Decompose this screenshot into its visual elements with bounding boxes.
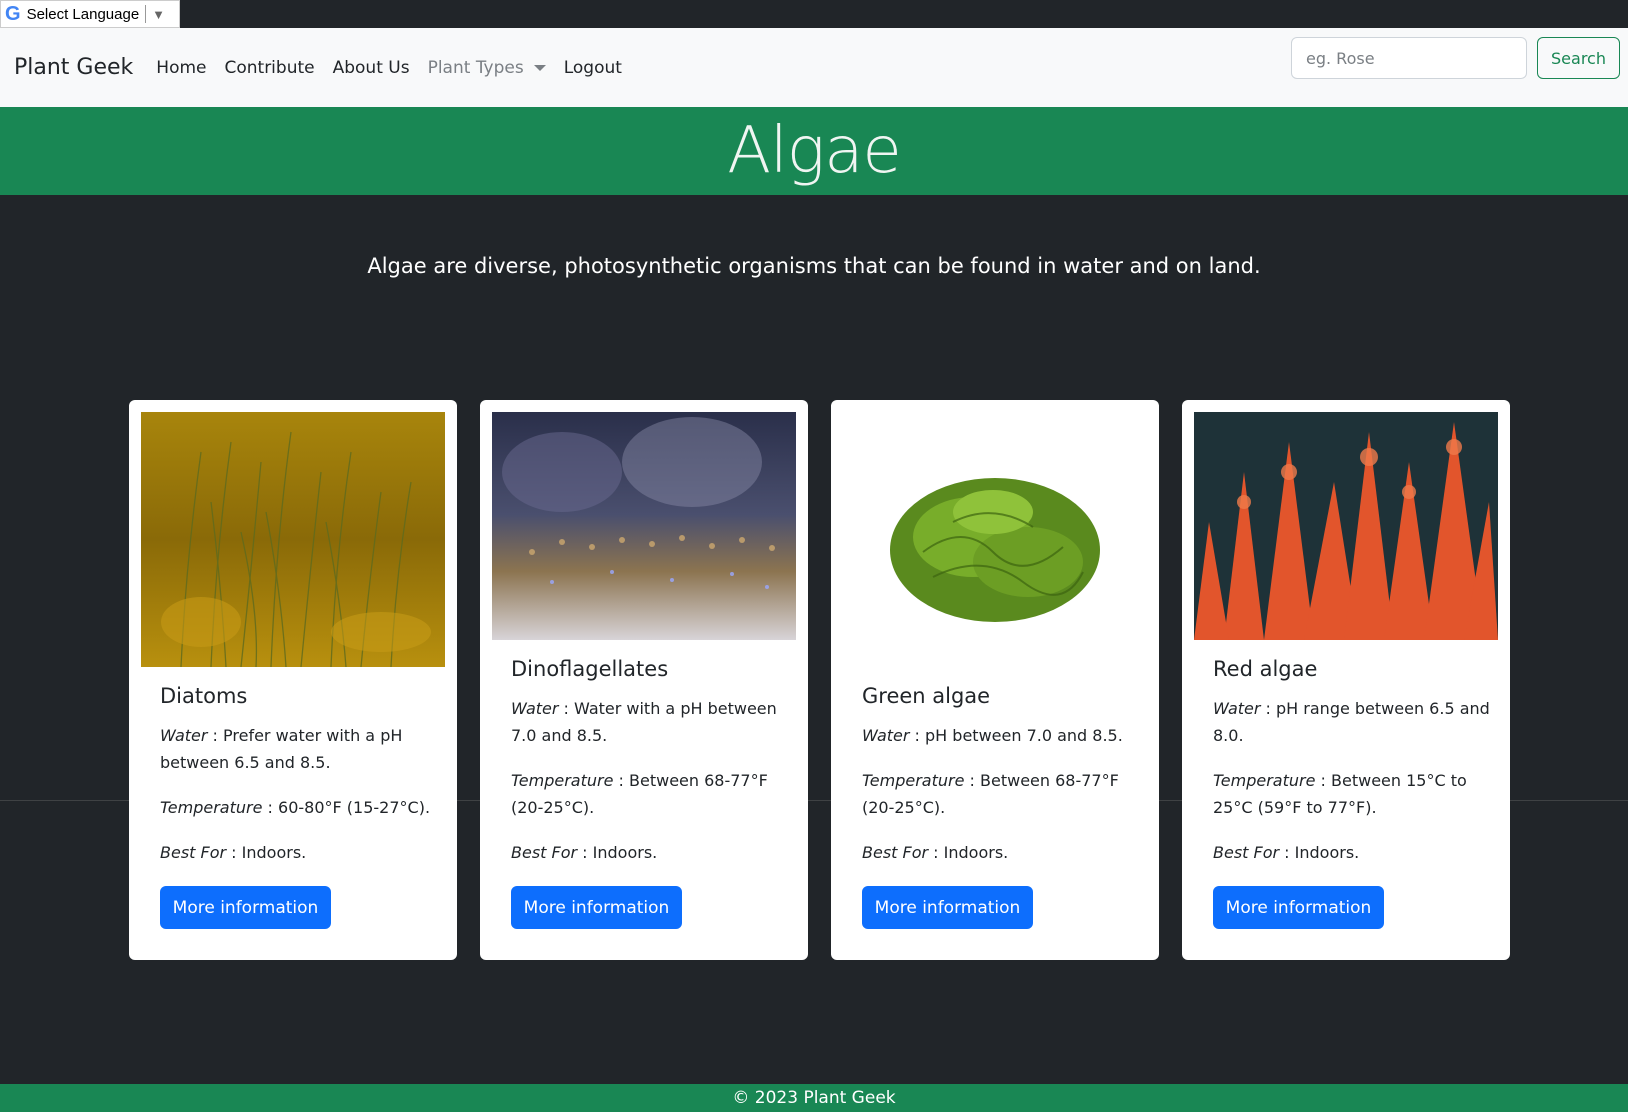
card-title: Diatoms — [160, 684, 248, 708]
intro-text: Algae are diverse, photosynthetic organi… — [367, 254, 1261, 278]
google-g-icon: G — [5, 2, 21, 25]
best-for-info: Best For : Indoors. — [160, 843, 307, 862]
temperature-value: 60-80°F (15-27°C). — [278, 798, 431, 817]
water-label: Water — [862, 726, 910, 745]
more-information-button[interactable]: More information — [862, 886, 1033, 929]
plant-card-diatoms: Diatoms Water : Prefer water with a pH b… — [129, 400, 457, 960]
water-value: pH between 7.0 and 8.5. — [925, 726, 1123, 745]
plant-card-green-algae: Green algae Water : pH between 7.0 and 8… — [831, 400, 1159, 960]
best-for-label: Best For — [862, 843, 929, 862]
dinoflagellates-image — [492, 412, 796, 640]
copyright-text: © 2023 Plant Geek — [732, 1088, 896, 1108]
best-for-info: Best For : Indoors. — [1213, 843, 1360, 862]
search-form: Search — [1291, 37, 1620, 79]
water-info: Water : Water with a pH between 7.0 and … — [511, 699, 777, 745]
water-label: Water — [511, 699, 559, 718]
search-input[interactable] — [1291, 37, 1527, 79]
caret-down-icon — [533, 64, 546, 71]
navbar: Plant Geek Home Contribute About Us Plan… — [0, 28, 1628, 107]
diatoms-body: Diatoms Water : Prefer water with a pH b… — [160, 684, 439, 884]
best-for-label: Best For — [160, 843, 227, 862]
temperature-info: Temperature : Between 15°C to 25°C (59°F… — [1213, 771, 1467, 817]
temperature-label: Temperature — [160, 798, 263, 817]
card-title: Red algae — [1213, 657, 1318, 681]
plant-card-dinoflagellates: Dinoflagellates Water : Water with a pH … — [480, 400, 808, 960]
temperature-label: Temperature — [1213, 771, 1316, 790]
language-separator — [145, 5, 147, 23]
green-algae-image — [843, 412, 1147, 667]
plant-card-red-algae: Red algae Water : pH range between 6.5 a… — [1182, 400, 1510, 960]
water-info: Water : pH range between 6.5 and 8.0. — [1213, 699, 1490, 745]
nav-about-us[interactable]: About Us — [333, 58, 410, 78]
water-label: Water — [1213, 699, 1261, 718]
best-for-value: Indoors. — [241, 843, 307, 862]
nav-logout[interactable]: Logout — [564, 58, 622, 78]
best-for-label: Best For — [1213, 843, 1280, 862]
best-for-value: Indoors. — [943, 843, 1009, 862]
temperature-info: Temperature : Between 68-77°F (20-25°C). — [862, 771, 1119, 817]
water-label: Water — [160, 726, 208, 745]
water-info: Water : pH between 7.0 and 8.5. — [862, 726, 1123, 745]
nav-plant-types-label: Plant Types — [427, 57, 524, 78]
nav-plant-types-dropdown[interactable]: Plant Types — [428, 58, 546, 78]
best-for-info: Best For : Indoors. — [862, 843, 1009, 862]
card-title: Dinoflagellates — [511, 657, 669, 681]
best-for-label: Best For — [511, 843, 578, 862]
red-algae-image — [1194, 412, 1498, 640]
chevron-down-icon: ▼ — [152, 6, 166, 22]
dinoflagellates-body: Dinoflagellates Water : Water with a pH … — [511, 657, 790, 884]
green-algae-body: Green algae Water : pH between 7.0 and 8… — [862, 684, 1141, 884]
language-selector[interactable]: G Select Language ▼ — [0, 0, 180, 28]
water-info: Water : Prefer water with a pH between 6… — [160, 726, 403, 772]
brand-link[interactable]: Plant Geek — [14, 55, 133, 80]
temperature-info: Temperature : 60-80°F (15-27°C). — [160, 798, 431, 817]
diatoms-image — [141, 412, 445, 667]
footer: © 2023 Plant Geek — [0, 1084, 1628, 1112]
language-selector-label: Select Language — [26, 5, 140, 23]
nav-contribute[interactable]: Contribute — [224, 58, 314, 78]
more-information-button[interactable]: More information — [160, 886, 331, 929]
best-for-value: Indoors. — [1294, 843, 1360, 862]
card-title: Green algae — [862, 684, 991, 708]
temperature-info: Temperature : Between 68-77°F (20-25°C). — [511, 771, 768, 817]
temperature-label: Temperature — [511, 771, 614, 790]
page-title: Algae — [727, 114, 902, 188]
more-information-button[interactable]: More information — [511, 886, 682, 929]
red-algae-body: Red algae Water : pH range between 6.5 a… — [1213, 657, 1492, 884]
hero-banner: Algae — [0, 107, 1628, 195]
best-for-info: Best For : Indoors. — [511, 843, 658, 862]
search-button[interactable]: Search — [1537, 37, 1620, 79]
more-information-button[interactable]: More information — [1213, 886, 1384, 929]
temperature-label: Temperature — [862, 771, 965, 790]
nav-home[interactable]: Home — [156, 58, 206, 78]
best-for-value: Indoors. — [592, 843, 658, 862]
